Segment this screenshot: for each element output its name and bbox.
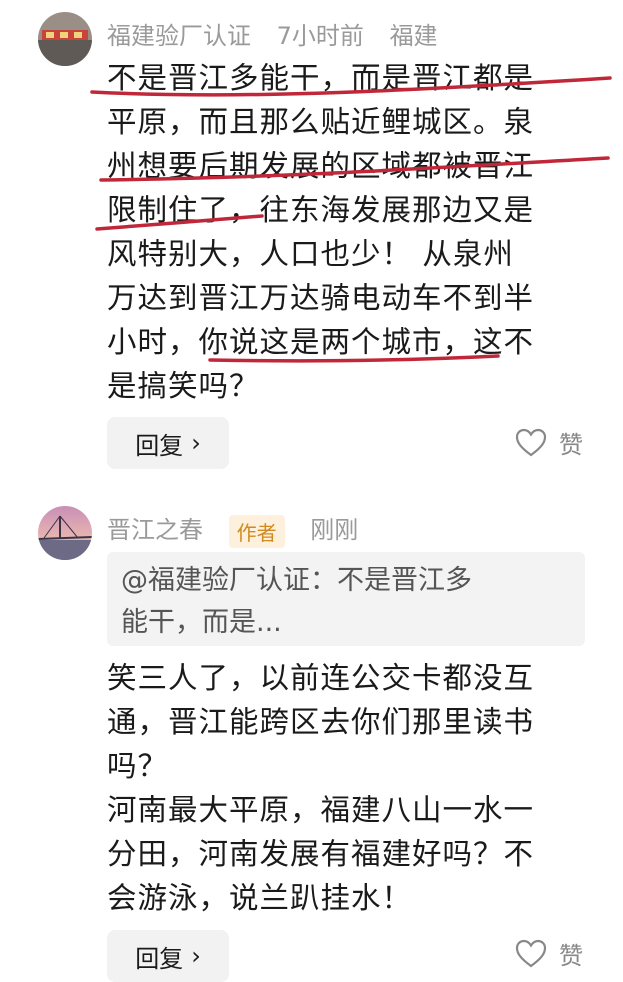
avatar[interactable] [38, 506, 92, 560]
location: 福建 [389, 22, 438, 50]
timestamp: 7小时前 [276, 22, 364, 50]
chevron-right-icon: › [191, 942, 201, 970]
comment-meta: 福建验厂认证 7小时前 福建 [107, 16, 456, 51]
comment-text: 不是晋江多能干，而是晋江都是 平原，而且那么贴近鲤城区。泉 州想要后期发展的区域… [107, 56, 597, 408]
comment-line: 平原，而且那么贴近鲤城区。泉 [107, 105, 535, 139]
comment-line: 州想要后期发展的区域都被晋江 [107, 149, 535, 183]
chevron-right-icon: › [191, 429, 201, 457]
reply-button[interactable]: 回复 › [107, 930, 229, 982]
comment-line: 万达到晋江万达骑电动车不到半 [107, 281, 535, 315]
reply-button[interactable]: 回复 › [107, 417, 229, 469]
comment-line: 小时，你说这是两个城市，这不 [107, 325, 535, 359]
comment-meta: 晋江之春 作者 刚刚 [107, 510, 376, 548]
comment-line: 风特别大，人口也少！ 从泉州 [107, 237, 514, 271]
reply-label: 回复 [135, 944, 184, 973]
comment-line: 通，晋江能跨区去你们那里读书 [107, 705, 535, 739]
comment-line: 限制住了，往东海发展那边又是 [107, 193, 535, 227]
comment-line: 河南最大平原，福建八山一水一 [107, 793, 535, 827]
comment-text: 笑三人了，以前连公交卡都没互 通，晋江能跨区去你们那里读书 吗？ 河南最大平原，… [107, 656, 597, 920]
comment-line: 吗？ [107, 749, 169, 783]
avatar-image [38, 12, 92, 66]
like-label: 赞 [559, 942, 583, 970]
quote-line: 能干，而是... [121, 607, 282, 638]
username[interactable]: 福建验厂认证 [107, 22, 251, 50]
author-badge: 作者 [228, 514, 285, 548]
comment-line: 分田，河南发展有福建好吗？不 [107, 837, 535, 871]
quoted-reply[interactable]: @福建验厂认证：不是晋江多 能干，而是... [107, 552, 585, 646]
comment-line: 笑三人了，以前连公交卡都没互 [107, 661, 535, 695]
reply-label: 回复 [135, 431, 184, 460]
like-label: 赞 [559, 431, 583, 459]
heart-icon [515, 428, 547, 456]
timestamp: 刚刚 [310, 516, 359, 544]
username[interactable]: 晋江之春 [107, 516, 203, 544]
quote-line: @福建验厂认证：不是晋江多 [121, 565, 472, 596]
avatar[interactable] [38, 12, 92, 66]
like-button[interactable]: 赞 [515, 936, 583, 971]
comment-line: 不是晋江多能干，而是晋江都是 [107, 61, 535, 95]
heart-icon [515, 939, 547, 967]
comment-line: 是搞笑吗？ [107, 369, 260, 403]
avatar-image [38, 506, 92, 560]
comment-line: 会游泳，说兰趴挂水！ [107, 881, 413, 915]
like-button[interactable]: 赞 [515, 425, 583, 460]
